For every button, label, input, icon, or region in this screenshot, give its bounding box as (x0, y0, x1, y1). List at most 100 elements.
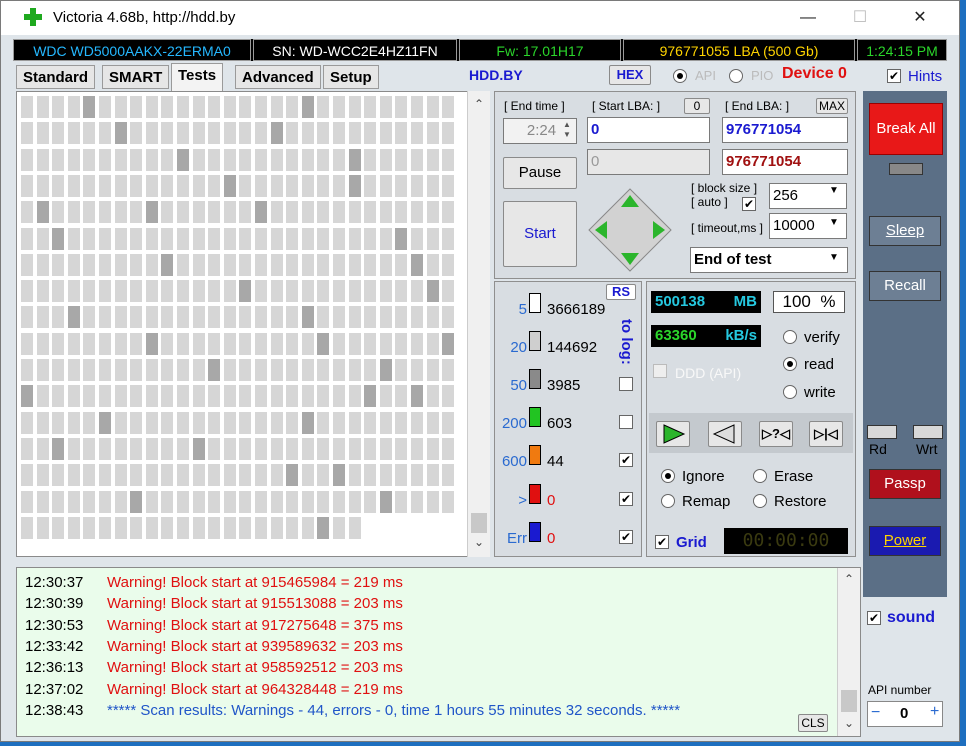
grid-block (36, 359, 49, 381)
block-size-dropdown-icon[interactable]: ▼ (829, 185, 839, 196)
erase-radio[interactable] (753, 469, 767, 483)
grid-block (395, 148, 408, 171)
scroll-thumb[interactable] (471, 513, 487, 533)
play-button[interactable] (656, 421, 690, 447)
end-lba-max-button[interactable]: MAX (816, 98, 848, 114)
grid-block (145, 148, 158, 171)
grid-block (208, 201, 221, 224)
to-log-label: to log: (618, 319, 635, 365)
recall-button[interactable]: Recall (869, 271, 941, 301)
grid-block (348, 306, 361, 329)
tab-smart[interactable]: SMART (102, 65, 170, 89)
grid-block (255, 148, 267, 171)
to-log-checkbox[interactable]: ✔ (619, 530, 633, 544)
grid-block (21, 464, 33, 487)
end-lba-current-field: 976771054 (722, 149, 848, 175)
break-all-button[interactable]: Break All (869, 103, 943, 155)
tab-tests[interactable]: Tests (171, 63, 224, 91)
counter-value: 603 (547, 415, 573, 432)
log-scroll-thumb[interactable] (841, 690, 857, 712)
start-button[interactable]: Start (503, 201, 577, 267)
chevron-up-icon[interactable]: ⌃ (838, 572, 860, 590)
log-time: 12:30:37 (25, 574, 84, 591)
grid-block (395, 437, 408, 460)
grid-block (239, 122, 252, 145)
grid-checkbox[interactable]: ✔ (655, 535, 669, 549)
butterfly-button[interactable]: ▷|◁ (809, 421, 843, 447)
end-action-dropdown-icon[interactable]: ▼ (829, 252, 839, 263)
block-size-auto-checkbox[interactable]: ✔ (742, 197, 756, 211)
chevron-up-icon[interactable]: ⌃ (468, 97, 490, 115)
write-radio[interactable] (783, 385, 797, 399)
log-scrollbar[interactable]: ⌃ ⌄ (837, 568, 860, 736)
grid-block (348, 359, 361, 381)
end-time-spinner[interactable]: ▲ ▼ (563, 120, 575, 142)
to-log-checkbox[interactable]: ✔ (619, 453, 633, 467)
wrt-label: Wrt (916, 441, 938, 457)
power-button[interactable]: Power (869, 526, 941, 556)
clear-log-button[interactable]: CLS (798, 714, 828, 732)
grid-block (379, 385, 392, 408)
direction-pad[interactable] (587, 187, 673, 273)
grid-block (145, 96, 158, 118)
grid-block (177, 227, 189, 250)
to-log-checkbox[interactable] (619, 415, 633, 429)
remap-radio[interactable] (661, 494, 675, 508)
ignore-label: Ignore (682, 468, 725, 485)
drive-firmware: Fw: 17.01H17 (459, 39, 621, 61)
start-lba-zero-button[interactable]: 0 (684, 98, 710, 114)
read-radio[interactable] (783, 357, 797, 371)
sound-checkbox[interactable]: ✔ (867, 611, 881, 625)
grid-block (83, 464, 96, 487)
random-seek-button[interactable]: ▷?◁ (759, 421, 793, 447)
grid-block (99, 306, 111, 329)
grid-block (333, 516, 345, 539)
api-radio[interactable] (673, 69, 687, 83)
api-number-minus[interactable]: − (871, 704, 880, 722)
ignore-radio[interactable] (661, 469, 675, 483)
restore-radio[interactable] (753, 494, 767, 508)
sleep-button[interactable]: Sleep (869, 216, 941, 246)
site-link[interactable]: HDD.BY (469, 67, 523, 83)
chevron-down-icon[interactable]: ⌄ (838, 716, 860, 734)
hints-checkbox[interactable]: ✔ (887, 69, 901, 83)
reset-stats-button[interactable]: RS (606, 284, 636, 300)
hex-button[interactable]: HEX (609, 65, 651, 85)
to-log-checkbox[interactable]: ✔ (619, 492, 633, 506)
close-button[interactable]: ✕ (897, 1, 943, 35)
grid-block (255, 201, 267, 224)
chevron-down-icon[interactable]: ⌄ (468, 535, 490, 553)
tab-standard[interactable]: Standard (16, 65, 96, 89)
grid-block (114, 122, 127, 145)
pio-radio[interactable] (729, 69, 743, 83)
start-lba-field[interactable]: 0 (587, 117, 710, 143)
rd-label: Rd (869, 441, 887, 457)
grid-block (286, 385, 299, 408)
to-log-checkbox[interactable] (619, 377, 633, 391)
grid-scrollbar[interactable]: ⌃ ⌄ (467, 91, 490, 557)
tab-setup[interactable]: Setup (323, 65, 379, 89)
grid-block (239, 280, 252, 303)
maximize-button[interactable]: ☐ (837, 1, 883, 35)
grid-block (99, 490, 111, 513)
grid-block (411, 201, 423, 224)
grid-block (333, 148, 345, 171)
grid-block (36, 122, 49, 145)
grid-block (333, 464, 345, 487)
grid-block (301, 122, 314, 145)
counter-threshold-label: 600 (501, 453, 527, 470)
pause-button[interactable]: Pause (503, 157, 577, 189)
verify-radio[interactable] (783, 330, 797, 344)
minimize-button[interactable]: — (785, 1, 831, 35)
end-action-select[interactable]: End of test (690, 247, 848, 273)
ddd-api-checkbox[interactable] (653, 364, 667, 378)
tab-advanced[interactable]: Advanced (235, 65, 321, 89)
api-number-plus[interactable]: + (930, 703, 939, 721)
end-lba-field[interactable]: 976771054 (722, 117, 848, 143)
timeout-dropdown-icon[interactable]: ▼ (829, 217, 839, 228)
passp-button[interactable]: Passp (869, 469, 941, 499)
api-number-spinner[interactable]: − 0 + (867, 701, 943, 727)
grid-block (223, 437, 236, 460)
grid-block (83, 411, 96, 434)
rewind-button[interactable] (708, 421, 742, 447)
